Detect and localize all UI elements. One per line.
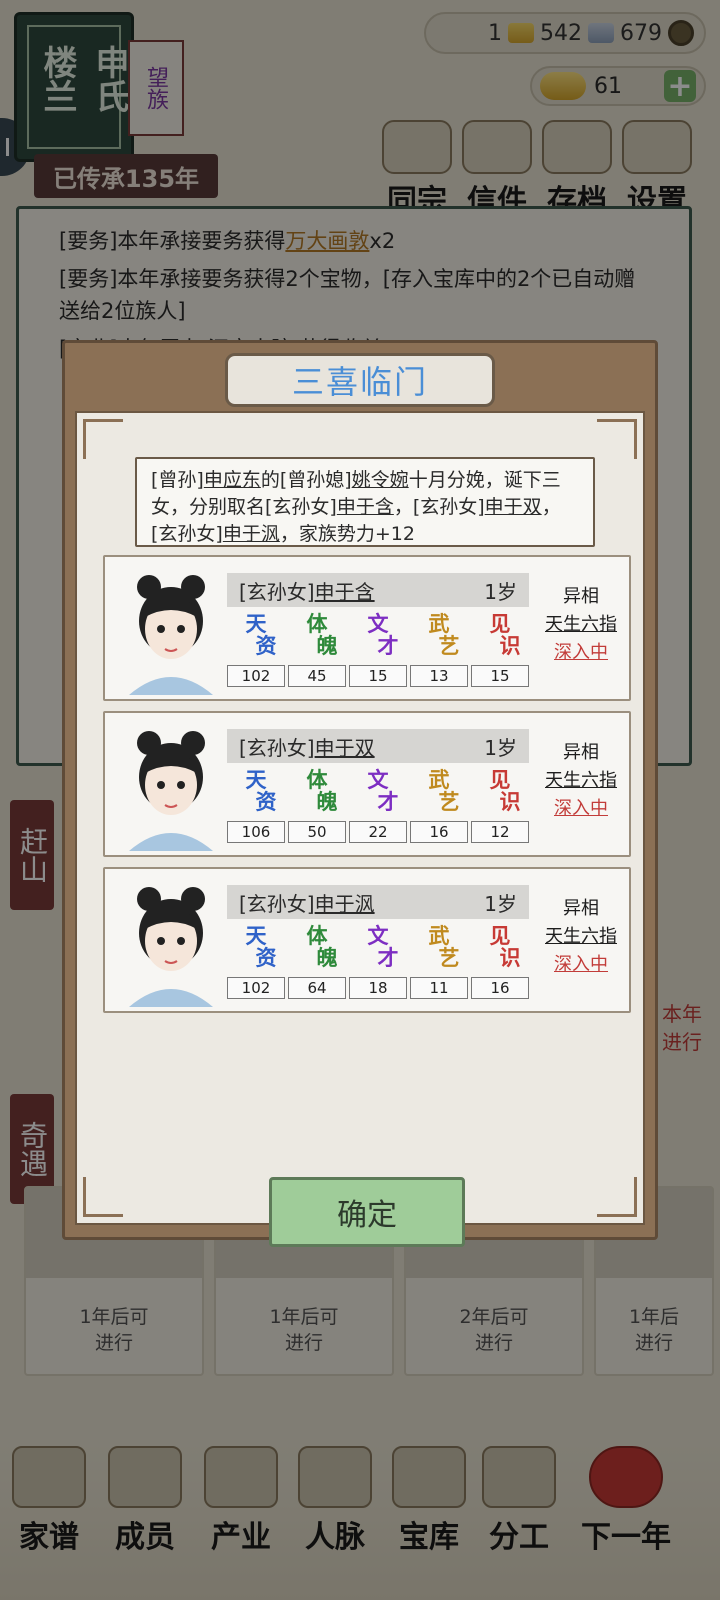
- stat-value: 15: [349, 665, 407, 687]
- stat-value: 102: [227, 665, 285, 687]
- stat-tipo: 体魄 50: [288, 769, 346, 843]
- confirm-button[interactable]: 确定: [269, 1177, 465, 1247]
- child-stats: 天资 106 体魄 50 文才 22 武艺 16 见识 12: [227, 769, 529, 843]
- child-card: [玄孙女] 申于沨 1岁 天资 102 体魄 64 文才 18 武艺 11 见识 16 异相…: [103, 867, 631, 1013]
- stat-value: 13: [410, 665, 468, 687]
- child-name-bar: [玄孙女] 申于含 1岁: [227, 573, 529, 607]
- child-age: 1岁: [484, 891, 517, 916]
- person-link[interactable]: 申于双: [485, 496, 542, 518]
- stat-value: 18: [349, 977, 407, 999]
- person-link[interactable]: 申于含: [337, 496, 394, 518]
- stat-label: 体魄: [306, 611, 338, 658]
- child-name[interactable]: 申于含: [315, 576, 375, 605]
- stat-tianzi: 天资 106: [227, 769, 285, 843]
- stat-label: 文才: [367, 923, 399, 970]
- stat-value: 22: [349, 821, 407, 843]
- stat-value: 64: [288, 977, 346, 999]
- summary-text: ，家族势力+12: [279, 523, 415, 545]
- stat-label: 天资: [245, 611, 277, 658]
- dialog-title: 三喜临门: [291, 363, 428, 401]
- child-avatar: [129, 887, 213, 1007]
- stat-wuyi: 武艺 16: [410, 769, 468, 843]
- stat-label: 天资: [245, 923, 277, 970]
- stat-label: 天资: [245, 767, 277, 814]
- stat-value: 45: [288, 665, 346, 687]
- person-link[interactable]: 申应东: [204, 469, 261, 491]
- stat-wencai: 文才 22: [349, 769, 407, 843]
- trait-link[interactable]: 天生六指: [535, 923, 627, 951]
- child-title: [玄孙女]: [239, 735, 315, 760]
- stat-label: 武艺: [428, 767, 460, 814]
- stat-jianshi: 见识 15: [471, 613, 529, 687]
- stat-wuyi: 武艺 11: [410, 925, 468, 999]
- child-card: [玄孙女] 申于含 1岁 天资 102 体魄 45 文才 15 武艺 13 见识 15 异相…: [103, 555, 631, 701]
- stat-label: 武艺: [428, 923, 460, 970]
- stat-label: 见识: [489, 767, 521, 814]
- child-name-bar: [玄孙女] 申于双 1岁: [227, 729, 529, 763]
- child-avatar: [129, 731, 213, 851]
- stat-label: 体魄: [306, 923, 338, 970]
- stat-jianshi: 见识 12: [471, 769, 529, 843]
- stat-label: 武艺: [428, 611, 460, 658]
- action-link[interactable]: 深入中: [535, 795, 627, 823]
- stat-wencai: 文才 15: [349, 613, 407, 687]
- child-name-bar: [玄孙女] 申于沨 1岁: [227, 885, 529, 919]
- stat-tipo: 体魄 45: [288, 613, 346, 687]
- child-avatar: [129, 575, 213, 695]
- child-stats: 天资 102 体魄 64 文才 18 武艺 11 见识 16: [227, 925, 529, 999]
- action-link[interactable]: 深入中: [535, 951, 627, 979]
- trait-title: 异相: [563, 586, 599, 607]
- child-title: [玄孙女]: [239, 891, 315, 916]
- stat-label: 文才: [367, 611, 399, 658]
- stat-label: 见识: [489, 611, 521, 658]
- stat-value: 50: [288, 821, 346, 843]
- dialog-body: [曾孙]申应东的[曾孙媳]姚令婉十月分娩，诞下三女，分别取名[玄孙女]申于含，[…: [75, 411, 645, 1247]
- child-name[interactable]: 申于双: [315, 732, 375, 761]
- stat-value: 12: [471, 821, 529, 843]
- stat-label: 体魄: [306, 767, 338, 814]
- child-traits: 异相 天生六指 深入中: [535, 739, 627, 823]
- child-stats: 天资 102 体魄 45 文才 15 武艺 13 见识 15: [227, 613, 529, 687]
- stat-jianshi: 见识 16: [471, 925, 529, 999]
- dialog-title-plate: 三喜临门: [225, 353, 495, 407]
- summary-text: 的[曾孙媳]: [260, 469, 352, 491]
- person-link[interactable]: 申于沨: [223, 523, 280, 545]
- trait-link[interactable]: 天生六指: [535, 611, 627, 639]
- child-traits: 异相 天生六指 深入中: [535, 583, 627, 667]
- stat-tipo: 体魄 64: [288, 925, 346, 999]
- child-title: [玄孙女]: [239, 579, 315, 604]
- birth-summary: [曾孙]申应东的[曾孙媳]姚令婉十月分娩，诞下三女，分别取名[玄孙女]申于含，[…: [135, 457, 595, 547]
- stat-value: 15: [471, 665, 529, 687]
- child-name[interactable]: 申于沨: [315, 888, 375, 917]
- stat-wencai: 文才 18: [349, 925, 407, 999]
- child-card: [玄孙女] 申于双 1岁 天资 106 体魄 50 文才 22 武艺 16 见识 12 异相…: [103, 711, 631, 857]
- frame-corner: [597, 419, 637, 459]
- stat-value: 102: [227, 977, 285, 999]
- frame-corner: [83, 1177, 123, 1217]
- trait-link[interactable]: 天生六指: [535, 767, 627, 795]
- child-age: 1岁: [484, 579, 517, 604]
- stat-value: 16: [410, 821, 468, 843]
- summary-text: ，[玄孙女]: [393, 496, 485, 518]
- person-link[interactable]: 姚令婉: [352, 469, 409, 491]
- frame-corner: [83, 419, 123, 459]
- stat-tianzi: 天资 102: [227, 925, 285, 999]
- stat-value: 106: [227, 821, 285, 843]
- stat-label: 见识: [489, 923, 521, 970]
- child-traits: 异相 天生六指 深入中: [535, 895, 627, 979]
- triplets-dialog: 三喜临门 [曾孙]申应东的[曾孙媳]姚令婉十月分娩，诞下三女，分别取名[玄孙女]…: [62, 340, 658, 1247]
- child-age: 1岁: [484, 735, 517, 760]
- stat-tianzi: 天资 102: [227, 613, 285, 687]
- stat-label: 文才: [367, 767, 399, 814]
- stat-value: 11: [410, 977, 468, 999]
- stat-wuyi: 武艺 13: [410, 613, 468, 687]
- stat-value: 16: [471, 977, 529, 999]
- trait-title: 异相: [563, 898, 599, 919]
- action-link[interactable]: 深入中: [535, 639, 627, 667]
- frame-corner: [597, 1177, 637, 1217]
- trait-title: 异相: [563, 742, 599, 763]
- summary-text: [曾孙]: [151, 469, 204, 491]
